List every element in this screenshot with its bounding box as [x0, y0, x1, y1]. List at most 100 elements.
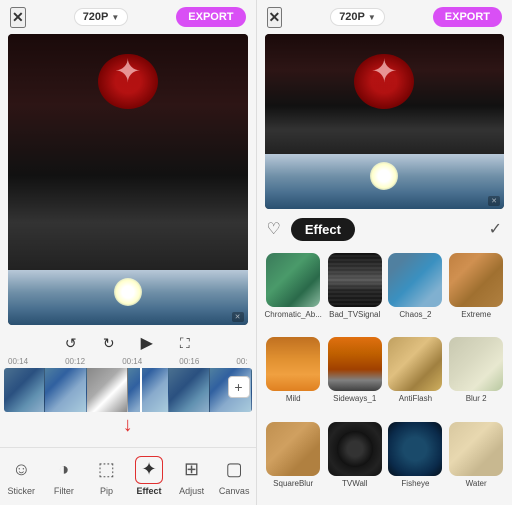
- effect-sideways-1[interactable]: Sideways_1: [327, 337, 383, 416]
- effect-label-squareblur: SquareBlur: [273, 479, 313, 488]
- effect-blur-2[interactable]: Blur 2: [448, 337, 504, 416]
- effects-grid: Chromatic_Ab... Bad_TVSignal Chaos_2 Ext…: [257, 249, 512, 505]
- left-top-bar: ✕ 720P ▼ EXPORT: [0, 0, 256, 34]
- effect-water[interactable]: Water: [448, 422, 504, 501]
- film-frame-4: [128, 368, 169, 412]
- add-clip-button[interactable]: +: [228, 376, 250, 398]
- effect-thumb-tvwall: [328, 422, 382, 476]
- right-export-button[interactable]: EXPORT: [433, 7, 502, 27]
- sticker-label: Sticker: [8, 486, 36, 496]
- canvas-icon: ▢: [220, 456, 248, 484]
- effect-chaos-2[interactable]: Chaos_2: [388, 253, 444, 332]
- left-bottom-nav: ☺ Sticker ◑ Filter ⬚ Pip ✦ Effect ⊞ Adju…: [0, 447, 256, 505]
- sticker-icon: ☺: [7, 456, 35, 484]
- effect-header: ♡ Effect ✓: [257, 209, 512, 249]
- effect-thumb-mild: [266, 337, 320, 391]
- watermark: ✕: [232, 312, 244, 322]
- right-bottom-section: ♡ Effect ✓ Chromatic_Ab... Bad_TVSignal …: [257, 209, 512, 505]
- right-close-button[interactable]: ✕: [267, 7, 283, 28]
- effect-label-fisheye: Fisheye: [401, 479, 429, 488]
- effect-label-antiflash: AntiFlash: [399, 394, 432, 403]
- left-resolution-button[interactable]: 720P ▼: [74, 8, 129, 26]
- right-video-top-clip: ✦: [265, 34, 505, 154]
- effect-thumb-extreme: [449, 253, 503, 307]
- effect-thumb-water: [449, 422, 503, 476]
- nav-item-sticker[interactable]: ☺ Sticker: [0, 456, 43, 496]
- film-frame-5: [169, 368, 210, 412]
- nav-item-canvas[interactable]: ▢ Canvas: [213, 456, 256, 496]
- effect-thumb-fisheye: [388, 422, 442, 476]
- pip-label: Pip: [100, 486, 113, 496]
- effect-title-pill: Effect: [291, 218, 355, 241]
- effect-icon: ✦: [135, 456, 163, 484]
- film-frame-2: [45, 368, 86, 412]
- fullscreen-button[interactable]: ⛶: [173, 331, 197, 355]
- arrow-annotation: ↓: [123, 414, 133, 437]
- effect-antiflash[interactable]: AntiFlash: [388, 337, 444, 416]
- left-resolution-label: 720P: [83, 11, 109, 23]
- effect-label: Effect: [137, 486, 162, 496]
- effect-thumb-antiflash: [388, 337, 442, 391]
- effect-thumb-blur: [449, 337, 503, 391]
- right-video-preview: ✦ ✕: [265, 34, 505, 209]
- controls-bar: ↺ ↻ ▶ ⛶: [0, 325, 256, 357]
- right-watermark: ✕: [488, 196, 500, 206]
- filter-label: Filter: [54, 486, 74, 496]
- timeline-wrapper: 00:14 00:12 00:14 00:16 00: + ↓: [0, 357, 256, 447]
- left-export-button[interactable]: EXPORT: [176, 7, 245, 27]
- effect-label-chromatic: Chromatic_Ab...: [265, 310, 322, 319]
- left-resolution-arrow: ▼: [111, 13, 119, 22]
- effect-chromatic-ab[interactable]: Chromatic_Ab...: [265, 253, 322, 332]
- right-video-bottom-clip: ✕: [265, 154, 505, 209]
- timeline-strip[interactable]: [4, 368, 252, 412]
- ts-4: 00:16: [179, 357, 199, 366]
- left-video-preview: ✦ ✕: [8, 34, 248, 325]
- adjust-label: Adjust: [179, 486, 204, 496]
- confirm-checkmark[interactable]: ✓: [489, 219, 502, 239]
- right-video-inner: ✦ ✕: [265, 34, 505, 209]
- play-button[interactable]: ▶: [135, 331, 159, 355]
- effect-tvwall[interactable]: TVWall: [327, 422, 383, 501]
- effect-fisheye[interactable]: Fisheye: [388, 422, 444, 501]
- right-light-glow: [370, 162, 398, 190]
- effect-thumb-bad-tv: [328, 253, 382, 307]
- left-video-bottom-clip: ✕: [8, 270, 248, 325]
- left-close-button[interactable]: ✕: [10, 7, 26, 28]
- light-glow: [114, 278, 142, 306]
- effect-bad-tv-signal[interactable]: Bad_TVSignal: [327, 253, 383, 332]
- film-frame-3: [87, 368, 128, 412]
- effect-thumb-chaos: [388, 253, 442, 307]
- nav-item-pip[interactable]: ⬚ Pip: [85, 456, 128, 496]
- adjust-icon: ⊞: [178, 456, 206, 484]
- pip-icon: ⬚: [92, 456, 120, 484]
- effect-label-chaos: Chaos_2: [399, 310, 431, 319]
- ts-3: 00:14: [122, 357, 142, 366]
- effect-extreme[interactable]: Extreme: [448, 253, 504, 332]
- effect-label-water: Water: [466, 479, 487, 488]
- nav-item-filter[interactable]: ◑ Filter: [43, 456, 86, 496]
- undo-button[interactable]: ↺: [59, 331, 83, 355]
- effect-label-mild: Mild: [286, 394, 301, 403]
- right-resolution-label: 720P: [339, 11, 365, 23]
- effect-label-tvwall: TVWall: [342, 479, 367, 488]
- effect-thumb-sideways: [328, 337, 382, 391]
- effect-label-blur: Blur 2: [466, 394, 487, 403]
- heart-icon[interactable]: ♡: [267, 219, 281, 239]
- right-resolution-arrow: ▼: [368, 13, 376, 22]
- left-video-top-clip: ✦: [8, 34, 248, 270]
- nav-item-adjust[interactable]: ⊞ Adjust: [170, 456, 213, 496]
- right-top-bar: ✕ 720P ▼ EXPORT: [257, 0, 512, 34]
- film-frame-1: [4, 368, 45, 412]
- effect-mild[interactable]: Mild: [265, 337, 322, 416]
- right-panel: ✕ 720P ▼ EXPORT ✦ ✕ ♡ Effect ✓: [257, 0, 512, 505]
- effect-label-bad-tv: Bad_TVSignal: [329, 310, 380, 319]
- left-panel: ✕ 720P ▼ EXPORT ✦ ✕ ↺ ↻ ▶ ⛶ 00:14: [0, 0, 256, 505]
- effect-squareblur[interactable]: SquareBlur: [265, 422, 322, 501]
- nav-item-effect[interactable]: ✦ Effect: [128, 456, 171, 496]
- canvas-label: Canvas: [219, 486, 250, 496]
- right-star-icon: ✦: [371, 52, 398, 90]
- redo-button[interactable]: ↻: [97, 331, 121, 355]
- playhead: [140, 368, 142, 412]
- right-resolution-button[interactable]: 720P ▼: [330, 8, 385, 26]
- ts-5: 00:: [236, 357, 247, 366]
